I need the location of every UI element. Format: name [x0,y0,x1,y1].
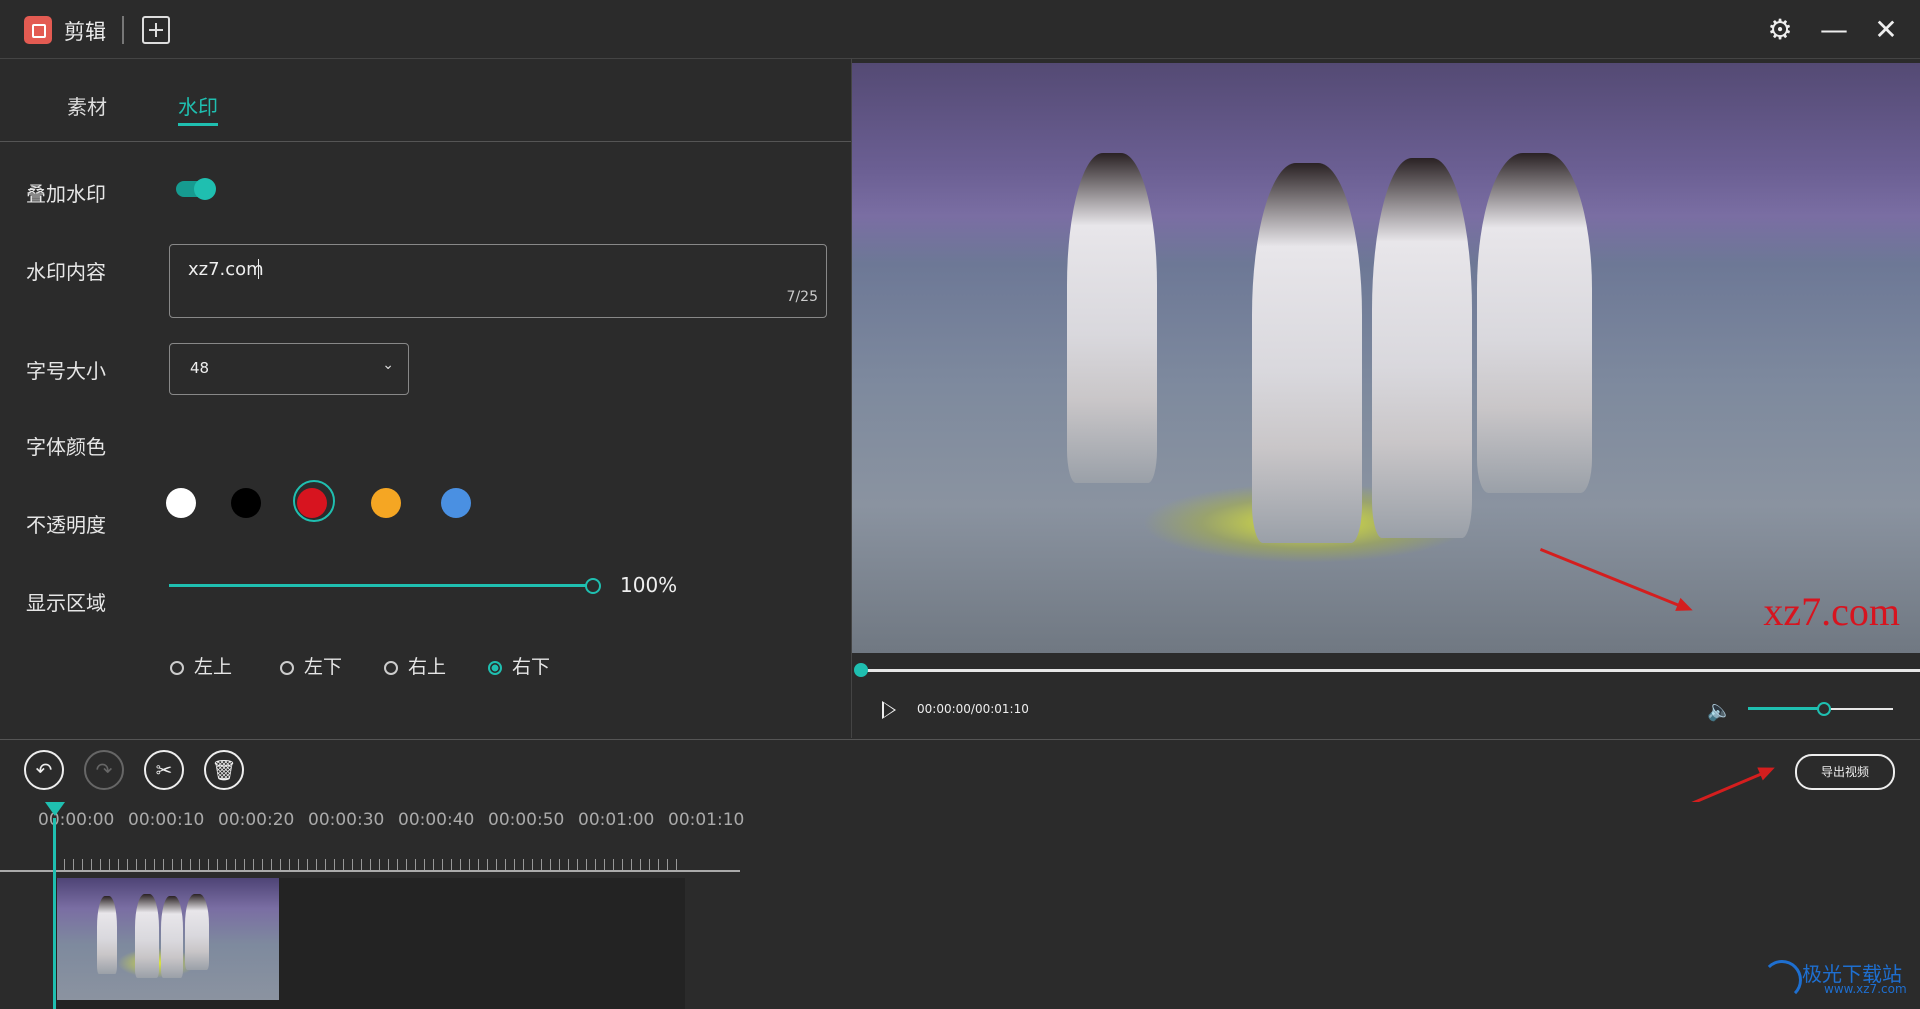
radio-indicator [384,661,398,675]
progress-handle[interactable] [854,663,868,677]
video-figure [1477,153,1592,493]
video-clip-thumbnail[interactable] [57,878,279,1000]
tab-watermark[interactable]: 水印 [178,91,218,120]
site-logo: 极光下载站 www.xz7.com [1760,952,1910,1002]
app-icon [24,16,52,44]
radio-indicator [280,661,294,675]
timeline-tick-label: 00:00:40 [398,810,475,830]
timeline-tick-label: 00:01:10 [668,810,745,830]
minimize-icon[interactable]: — [1816,12,1852,48]
tab-assets[interactable]: 素材 [67,91,107,120]
watermark-text-value: xz7.com [188,259,264,280]
font-size-label: 字号大小 [26,359,106,383]
site-logo-mark [1762,960,1802,1000]
region-option-label: 左上 [194,656,233,678]
clip-figure [135,894,159,978]
region-radio-bottom-right[interactable]: 右下 [488,652,550,679]
watermark-panel: 素材 水印 叠加水印 水印内容 xz7.com 7/25 字号大小 48 ⌄ 字… [0,59,852,738]
clip-figure [161,896,183,978]
progress-track[interactable] [858,669,1920,672]
trash-icon[interactable]: 🗑 [204,750,244,790]
title-divider [122,16,124,44]
opacity-value: 100% [620,573,678,597]
volume-icon[interactable]: 🔈 [1707,698,1732,722]
content-label: 水印内容 [26,260,106,284]
text-caret [258,259,259,279]
timeline-tick-label: 00:00:10 [128,810,205,830]
settings-icon[interactable]: ⚙ [1762,12,1798,48]
region-label: 显示区域 [26,591,106,615]
region-option-label: 左下 [304,656,343,678]
opacity-label: 不透明度 [26,513,106,537]
toggle-knob [194,178,216,200]
player-controls: 00:00:00/00:01:10 🔈 [852,653,1920,738]
region-radio-bottom-left[interactable]: 左下 [280,652,342,679]
active-tab-indicator [178,123,218,126]
close-icon[interactable]: ✕ [1868,12,1904,48]
color-swatch-white[interactable] [166,488,196,518]
timeline-tick-label: 00:00:20 [218,810,295,830]
video-figure [1067,153,1157,483]
video-figure [1372,158,1472,538]
opacity-slider-track[interactable] [169,584,593,587]
overlay-toggle[interactable] [176,178,216,200]
video-figure [1252,163,1362,543]
clip-figure [97,896,117,974]
timeline-tick-label: 00:00:50 [488,810,565,830]
timeline-tick-label: 00:00:30 [308,810,385,830]
radio-indicator [170,661,184,675]
video-preview[interactable]: xz7.com [852,63,1920,653]
color-swatch-black[interactable] [231,488,261,518]
radio-indicator [488,661,502,675]
edit-toolbar: ↶ ↷ ✂ 🗑 导出视频 [0,739,1920,803]
color-swatch-blue[interactable] [441,488,471,518]
add-project-icon[interactable] [142,16,170,44]
playhead-handle[interactable] [45,802,65,816]
timeline-ruler [55,846,685,870]
region-radio-top-left[interactable]: 左上 [170,652,232,679]
watermark-text-input[interactable]: xz7.com 7/25 [169,244,827,318]
opacity-slider-handle[interactable] [585,578,601,594]
play-icon[interactable] [882,701,896,719]
region-option-label: 右上 [408,656,447,678]
volume-fill [1748,707,1822,710]
timeline-ruler-line [0,870,740,872]
color-swatch-orange[interactable] [371,488,401,518]
watermark-preview-text: xz7.com [1763,589,1900,634]
chevron-down-icon: ⌄ [382,357,394,373]
timeline-tick-label: 00:01:00 [578,810,655,830]
font-color-label: 字体颜色 [26,435,106,459]
export-video-button[interactable]: 导出视频 [1795,754,1895,790]
redo-icon[interactable]: ↷ [84,750,124,790]
playhead[interactable] [53,818,56,1009]
font-size-value: 48 [190,359,210,377]
volume-handle[interactable] [1817,702,1831,716]
site-logo-url: www.xz7.com [1824,982,1907,996]
timeline: 00:00:00 00:00:10 00:00:20 00:00:30 00:0… [0,802,1920,1009]
time-readout: 00:00:00/00:01:10 [917,702,1029,716]
region-radio-top-right[interactable]: 右上 [384,652,446,679]
title-bar: 剪辑 ⚙ — ✕ [0,0,1920,59]
font-size-select[interactable]: 48 ⌄ [169,343,409,395]
color-swatch-red[interactable] [297,488,327,518]
region-option-label: 右下 [512,656,551,678]
char-counter: 7/25 [786,289,818,305]
overlay-label: 叠加水印 [26,182,106,206]
scissors-icon[interactable]: ✂ [144,750,184,790]
undo-icon[interactable]: ↶ [24,750,64,790]
app-title: 剪辑 [64,20,106,44]
clip-figure [185,894,209,970]
tab-bar: 素材 水印 [0,59,851,142]
